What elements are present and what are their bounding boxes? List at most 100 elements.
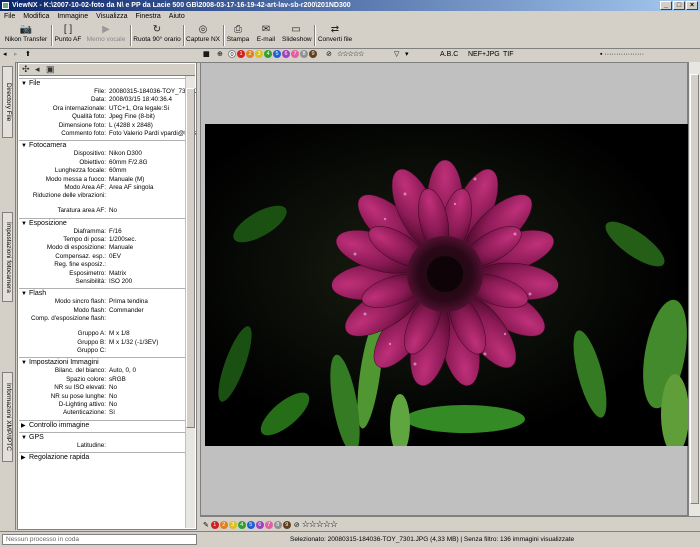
metadata-key: Comp. d'esposizione flash: — [30, 315, 106, 323]
af-point-icon: [ ] — [63, 24, 73, 35]
label-9-button[interactable]: 9 — [309, 50, 317, 59]
bottom-label-1[interactable]: 1 — [210, 521, 219, 530]
metadata-row: Qualità foto: Jpeg Fine (8-bit) — [19, 113, 188, 121]
label-5-button[interactable]: 5 — [273, 50, 281, 59]
bottom-label-8[interactable]: 8 — [273, 521, 282, 530]
process-queue-field[interactable]: Nessun processo in coda — [2, 534, 197, 545]
memo-vocale-button[interactable]: ▶ Memo vocale — [86, 24, 126, 48]
email-icon: ✉ — [261, 24, 271, 35]
section-header[interactable]: ▼ File — [19, 78, 188, 88]
nikon-transfer-button[interactable]: 📷 Nikon Transfer — [4, 24, 48, 48]
pin-icon[interactable]: ✣ — [22, 64, 30, 75]
camera-transfer-icon: 📷 — [19, 24, 33, 35]
sort-button[interactable]: A.B.C — [440, 49, 458, 61]
bottom-rating-stars[interactable]: ☆☆☆☆☆ — [302, 519, 338, 529]
panel-back-icon[interactable]: ◂ — [35, 64, 40, 75]
menu-modifica[interactable]: Modifica — [23, 11, 49, 22]
quick-adjust-section[interactable]: ▶ Regolazione rapida — [19, 452, 188, 462]
label-1-button[interactable]: 1 — [237, 50, 245, 59]
metadata-value: F/16 — [109, 227, 122, 235]
photo-preview[interactable] — [205, 124, 688, 446]
label-4-button[interactable]: 4 — [264, 50, 272, 59]
label-7-button[interactable]: 7 — [291, 50, 299, 59]
metadata-key: Data: — [90, 96, 106, 104]
maximize-button[interactable]: □ — [673, 1, 685, 10]
edit-icon[interactable]: ✎ — [203, 522, 209, 529]
section-header[interactable]: ▼ Flash — [19, 288, 188, 298]
bottom-no-rating-icon[interactable]: ⊘ — [294, 522, 300, 529]
grid-view-icon[interactable]: ▦ — [203, 49, 210, 61]
metadata-key: Sensibilità: — [75, 278, 106, 286]
rotate-button[interactable]: ↻ Ruota 90° orario — [133, 24, 181, 48]
metadata-key: Modo sincro flash: — [54, 298, 106, 306]
panel-folder-icon[interactable]: ▣ — [46, 64, 55, 75]
label-6-button[interactable]: 6 — [282, 50, 290, 59]
image-viewer[interactable] — [200, 62, 688, 516]
tab-directory-file[interactable]: Directory File — [2, 66, 13, 138]
menu-aiuto[interactable]: Aiuto — [169, 11, 185, 22]
convert-file-button[interactable]: ⇄ Converti file — [317, 24, 353, 48]
metadata-row: Latitudine: — [19, 442, 188, 450]
viewer-scrollbar[interactable] — [688, 62, 700, 516]
metadata-value: L (4288 x 2848) — [109, 121, 153, 129]
section-header[interactable]: ▼ Esposizione — [19, 217, 188, 228]
file-type-filter[interactable]: NEF+JPG — [468, 49, 500, 61]
minimize-button[interactable]: _ — [660, 1, 672, 10]
email-button[interactable]: ✉ E-mail — [254, 24, 278, 48]
close-button[interactable]: × — [686, 1, 698, 10]
menu-file[interactable]: File — [4, 11, 15, 22]
punto-af-button[interactable]: [ ] Punto AF — [54, 24, 82, 48]
rating-stars[interactable]: ☆☆☆☆☆ — [337, 49, 364, 61]
metadata-list: ▼ File File: 20080315-184036-TOY_7301.JPG Da… — [19, 76, 196, 462]
section-header[interactable]: ▼ Impostazioni Immagini — [19, 357, 188, 367]
menu-finestra[interactable]: Finestra — [135, 11, 160, 22]
metadata-key: Obiettivo: — [79, 158, 106, 166]
bottom-label-3[interactable]: 3 — [228, 521, 237, 530]
section-header[interactable]: ▼ GPS — [19, 431, 188, 442]
label-8-button[interactable]: 8 — [300, 50, 308, 59]
metadata-key: Modo Area AF: — [64, 183, 106, 191]
capture-nx-button[interactable]: ◎ Capture NX — [186, 24, 220, 48]
zoom-icon[interactable]: ⊕ — [217, 49, 223, 61]
bottom-label-7[interactable]: 7 — [264, 521, 273, 530]
menu-immagine[interactable]: Immagine — [57, 11, 88, 22]
metadata-value: Manuale — [109, 244, 134, 252]
folder-up-icon[interactable]: ⬆ — [25, 49, 31, 61]
metadata-key: Spazio colore: — [66, 375, 106, 383]
forward-icon[interactable]: ▸ — [14, 49, 18, 61]
slideshow-button[interactable]: ▭ Slideshow — [282, 24, 312, 48]
label-2-button[interactable]: 2 — [246, 50, 254, 59]
section-header[interactable]: ▼ Fotocamera — [19, 140, 188, 150]
print-button[interactable]: ⎙ Stampa — [226, 24, 250, 48]
metadata-key: Commento foto: — [61, 129, 106, 137]
bottom-label-2[interactable]: 2 — [219, 521, 228, 530]
tab-camera-settings[interactable]: Impostazioni fotocamera — [2, 212, 13, 302]
bottom-label-4[interactable]: 4 — [237, 521, 246, 530]
label-0-button[interactable]: 0 — [228, 50, 236, 59]
zoom-slider[interactable]: ▪ ················· — [600, 49, 644, 61]
bottom-label-9[interactable]: 9 — [282, 521, 291, 530]
expand-arrow-icon[interactable]: ▶ — [21, 422, 29, 431]
expand-arrow-icon[interactable]: ▶ — [21, 454, 29, 463]
metadata-value: sRGB — [109, 375, 126, 383]
bottom-label-6[interactable]: 6 — [255, 521, 264, 530]
metadata-row: File: 20080315-184036-TOY_7301.JPG — [19, 88, 196, 96]
section-title: Flash — [29, 290, 47, 298]
bottom-label-5[interactable]: 5 — [246, 521, 255, 530]
metadata-key: Tempo di posa: — [63, 236, 106, 244]
metadata-row: Bilanc. del bianco: Auto, 0, 0 — [19, 367, 188, 375]
label-3-button[interactable]: 3 — [255, 50, 263, 59]
sort-order-icon[interactable]: ▾ — [405, 49, 409, 61]
menu-visualizza[interactable]: Visualizza — [96, 11, 127, 22]
metadata-key: Dimensione foto: — [58, 121, 106, 129]
tab-xmp-iptc[interactable]: Informazioni XMP/IPTC — [2, 372, 13, 462]
viewer-bottom-bar: ✎ 123456789 ⊘ ☆☆☆☆☆ — [200, 516, 700, 531]
metadata-value: Sì — [109, 409, 115, 417]
tif-filter[interactable]: TIF — [503, 49, 514, 61]
no-rating-icon[interactable]: ⊘ — [326, 49, 332, 61]
panel-scrollbar[interactable] — [185, 76, 195, 528]
filter-icon[interactable]: ▽ — [394, 49, 399, 61]
section-header[interactable]: ▶ Controllo immagine — [19, 419, 188, 431]
status-bar: Nessun processo in coda Selezionato: 200… — [0, 531, 700, 547]
back-icon[interactable]: ◂ — [3, 49, 7, 61]
